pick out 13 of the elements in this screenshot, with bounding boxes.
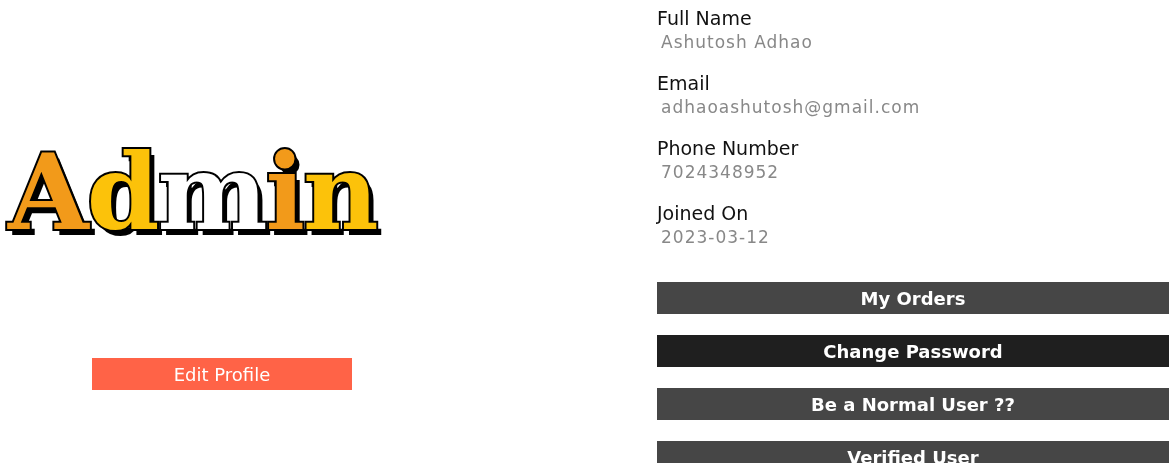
admin-logo: Admin (8, 138, 377, 248)
field-value: adhaoashutosh@gmail.com (660, 96, 921, 119)
field-value: 2023-03-12 (660, 226, 770, 249)
action-button[interactable]: My Orders (657, 282, 1169, 314)
field-label: Joined On (657, 201, 749, 225)
action-button[interactable]: Be a Normal User ?? (657, 388, 1169, 420)
field-value: 7024348952 (660, 161, 780, 184)
field-label: Phone Number (657, 136, 799, 160)
action-button[interactable]: Verified User (657, 441, 1169, 463)
field-label: Full Name (657, 6, 752, 30)
field-value: Ashutosh Adhao (660, 31, 813, 54)
field-label: Email (657, 71, 710, 95)
action-button[interactable]: Change Password (657, 335, 1169, 367)
